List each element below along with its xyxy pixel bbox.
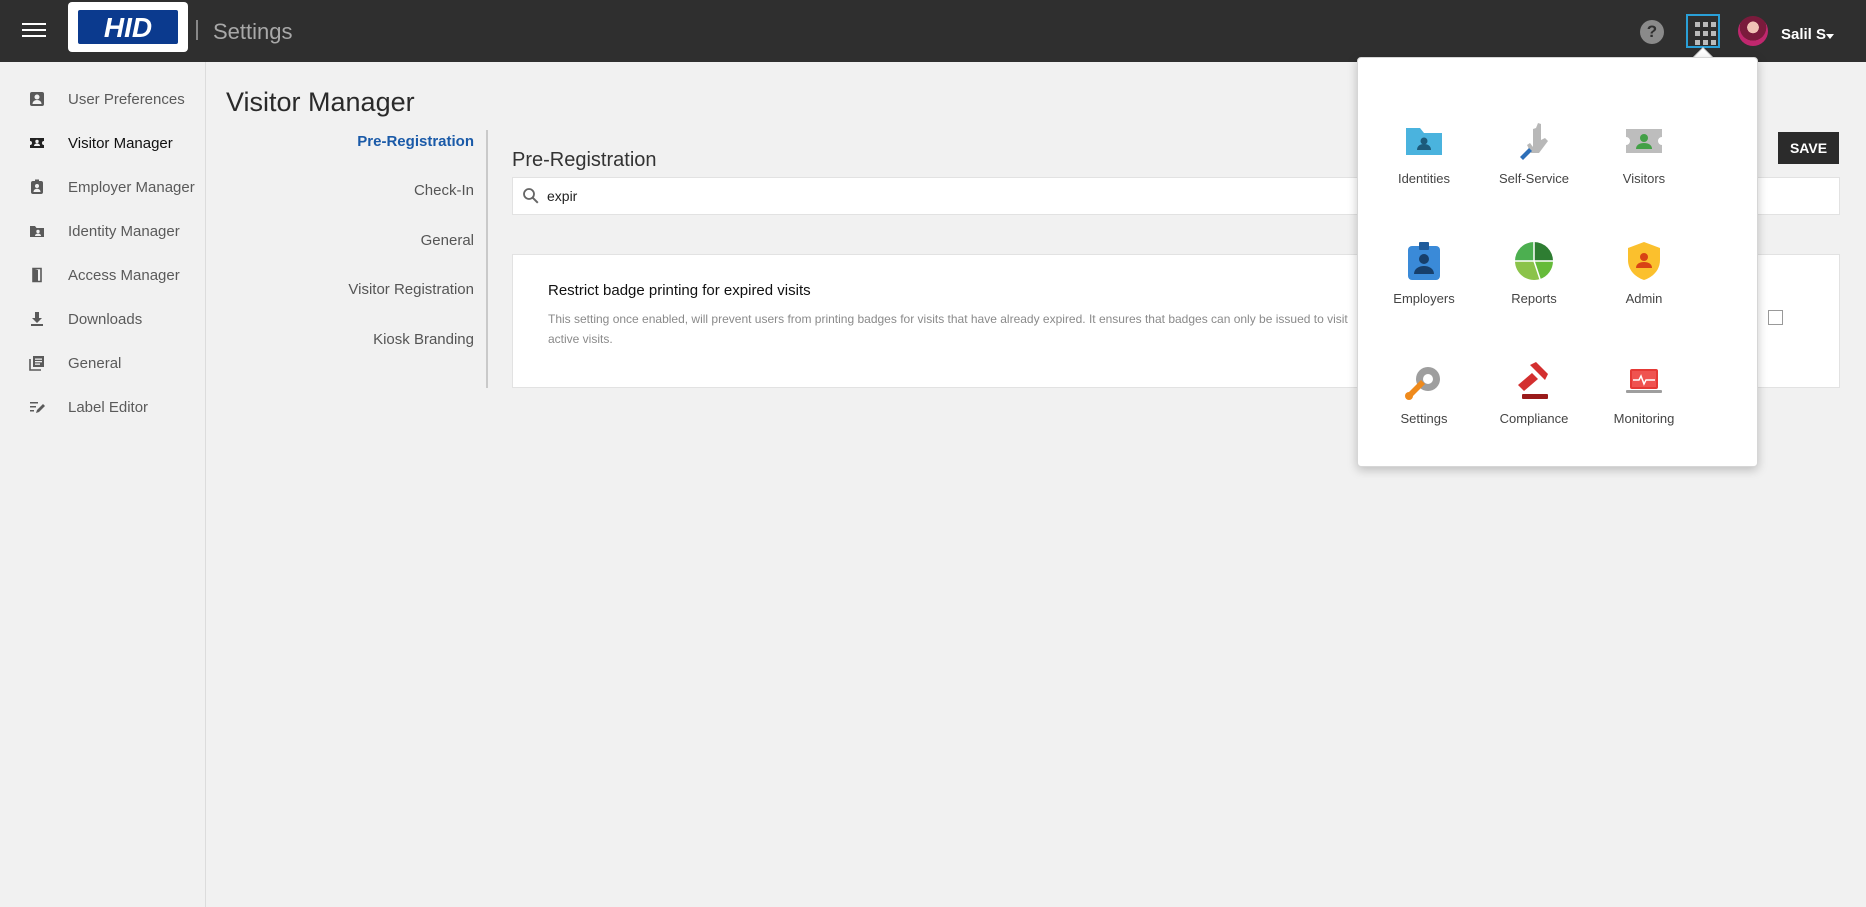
tab-kiosk-branding[interactable]: Kiosk Branding: [373, 331, 474, 348]
identities-folder-icon: [1406, 128, 1442, 155]
help-icon[interactable]: ?: [1640, 20, 1664, 44]
edit-list-icon: [30, 402, 45, 413]
page-title: Visitor Manager: [226, 87, 415, 117]
sidebar-item-label: Label Editor: [68, 398, 149, 416]
app-title: Settings: [213, 19, 293, 44]
chevron-down-icon[interactable]: [1826, 34, 1834, 39]
sidebar-item-label: Employer Manager: [68, 178, 195, 196]
settings-wrench-icon: [1405, 367, 1440, 400]
sidebar-item-user-preferences[interactable]: User Preferences: [0, 81, 205, 117]
app-launcher-popup: Identities Self-Service Visitors Employe…: [1357, 57, 1758, 467]
user-name[interactable]: Salil S: [1781, 26, 1826, 43]
app-label: Reports: [1511, 291, 1557, 306]
section-title: Pre-Registration: [512, 149, 657, 171]
app-label: Admin: [1625, 291, 1663, 306]
apps-grid-icon[interactable]: [1686, 14, 1720, 48]
tab-general[interactable]: General: [421, 232, 474, 249]
app-label: Employers: [1393, 291, 1455, 306]
app-identities[interactable]: Identities: [1369, 121, 1479, 211]
employers-badge-icon: [1408, 242, 1440, 280]
download-icon: [31, 312, 43, 326]
sidebar-item-label: General: [68, 354, 122, 372]
save-button[interactable]: SAVE: [1778, 132, 1839, 164]
sidebar-item-label: User Preferences: [68, 90, 185, 108]
sidebar-item-downloads[interactable]: Downloads: [0, 301, 205, 337]
app-reports[interactable]: Reports: [1479, 241, 1589, 331]
top-header: HID Settings ? Salil S: [0, 0, 1866, 62]
self-service-hand-icon: [1520, 123, 1548, 160]
hid-logo-icon: HID: [78, 10, 178, 44]
app-label: Monitoring: [1613, 411, 1675, 426]
app-label: Identities: [1397, 171, 1451, 186]
header-divider: [196, 20, 198, 40]
tab-pre-registration[interactable]: Pre-Registration: [357, 133, 474, 150]
visitor-badge-icon: [30, 138, 44, 148]
reports-pie-icon: [1515, 242, 1553, 280]
app-compliance[interactable]: Compliance: [1479, 361, 1589, 451]
app-label: Settings: [1400, 411, 1448, 426]
app-label: Visitors: [1622, 171, 1666, 186]
sidebar-item-identity-manager[interactable]: Identity Manager: [0, 213, 205, 249]
employer-badge-icon: [31, 179, 43, 194]
app-visitors[interactable]: Visitors: [1589, 121, 1699, 211]
search-icon: [523, 188, 539, 204]
app-monitoring[interactable]: Monitoring: [1589, 361, 1699, 451]
setting-description: This setting once enabled, will prevent …: [548, 312, 1348, 346]
door-icon: [32, 267, 42, 283]
sidebar-item-employer-manager[interactable]: Employer Manager: [0, 169, 205, 205]
monitoring-laptop-icon: [1626, 369, 1662, 393]
logo-text: HID: [104, 12, 152, 43]
sidebar-item-access-manager[interactable]: Access Manager: [0, 257, 205, 293]
sidebar-item-general[interactable]: General: [0, 345, 205, 381]
sidebar: User Preferences Visitor Manager Employe…: [0, 62, 206, 907]
setting-checkbox[interactable]: [1768, 310, 1783, 325]
sidebar-item-label: Visitor Manager: [68, 134, 173, 152]
app-label: Compliance: [1499, 411, 1569, 426]
tab-visitor-registration[interactable]: Visitor Registration: [348, 281, 474, 298]
app-admin[interactable]: Admin: [1589, 241, 1699, 331]
sidebar-item-label: Identity Manager: [68, 222, 180, 240]
app-label: Self-Service: [1498, 171, 1570, 186]
settings-tabs: Pre-Registration Check-In General Visito…: [226, 130, 488, 388]
sidebar-item-label-editor[interactable]: Label Editor: [0, 389, 205, 425]
app-self-service[interactable]: Self-Service: [1479, 121, 1589, 211]
identity-folder-icon: [30, 226, 44, 237]
setting-title: Restrict badge printing for expired visi…: [548, 282, 811, 299]
hid-logo[interactable]: HID: [68, 2, 188, 52]
sidebar-item-label: Access Manager: [68, 266, 180, 284]
tab-check-in[interactable]: Check-In: [414, 182, 474, 199]
sidebar-item-label: Downloads: [68, 310, 143, 328]
visitors-badge-icon: [1626, 129, 1662, 153]
app-employers[interactable]: Employers: [1369, 241, 1479, 331]
admin-shield-icon: [1628, 242, 1660, 280]
app-settings[interactable]: Settings: [1369, 361, 1479, 451]
avatar[interactable]: [1738, 16, 1768, 46]
compliance-gavel-icon: [1518, 362, 1548, 399]
hamburger-menu-icon[interactable]: [22, 20, 46, 42]
library-icon: [29, 356, 44, 371]
sidebar-item-visitor-manager[interactable]: Visitor Manager: [0, 125, 205, 161]
user-preferences-icon: [30, 92, 44, 106]
